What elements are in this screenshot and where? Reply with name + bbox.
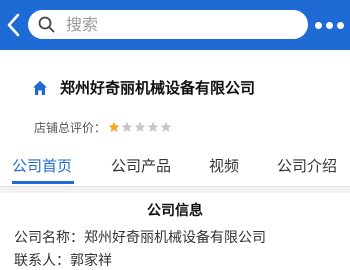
tab-company-intro[interactable]: 公司介绍 — [277, 154, 337, 178]
more-button[interactable] — [313, 14, 347, 36]
star-filled-icon — [108, 121, 120, 132]
back-button[interactable] — [4, 11, 24, 39]
search-placeholder: 搜索 — [66, 15, 99, 34]
home-icon — [33, 81, 47, 95]
tab-company-products[interactable]: 公司产品 — [111, 154, 171, 178]
tab-company-home[interactable]: 公司首页 — [12, 154, 72, 178]
back-arrow-icon — [7, 13, 20, 37]
company-info-section: 公司信息 公司名称：郑州好奇丽机械设备有限公司 联系人：郭家祥 — [0, 193, 350, 269]
tab-videos[interactable]: 视频 — [209, 154, 239, 178]
active-tab-indicator — [12, 181, 74, 184]
star-empty-icon — [121, 121, 133, 132]
star-empty-icon — [134, 121, 146, 132]
search-input[interactable]: 搜索 — [28, 10, 308, 39]
rating-label: 店铺总评价： — [34, 121, 107, 135]
info-value: 郭家祥 — [70, 253, 112, 269]
info-row-company-name: 公司名称：郑州好奇丽机械设备有限公司 — [14, 229, 266, 247]
star-empty-icon — [160, 121, 172, 132]
top-bar: 搜索 — [0, 0, 350, 50]
rating-stars — [108, 121, 173, 134]
info-label: 联系人： — [14, 253, 70, 269]
company-info-title: 公司信息 — [147, 203, 203, 219]
info-row-contact: 联系人：郭家祥 — [14, 252, 112, 270]
info-value: 郑州好奇丽机械设备有限公司 — [84, 230, 266, 246]
search-icon — [38, 16, 55, 33]
star-empty-icon — [147, 121, 159, 132]
company-title: 郑州好奇丽机械设备有限公司 — [60, 79, 256, 97]
store-header: 郑州好奇丽机械设备有限公司 店铺总评价： — [0, 50, 350, 150]
info-label: 公司名称： — [14, 230, 84, 246]
